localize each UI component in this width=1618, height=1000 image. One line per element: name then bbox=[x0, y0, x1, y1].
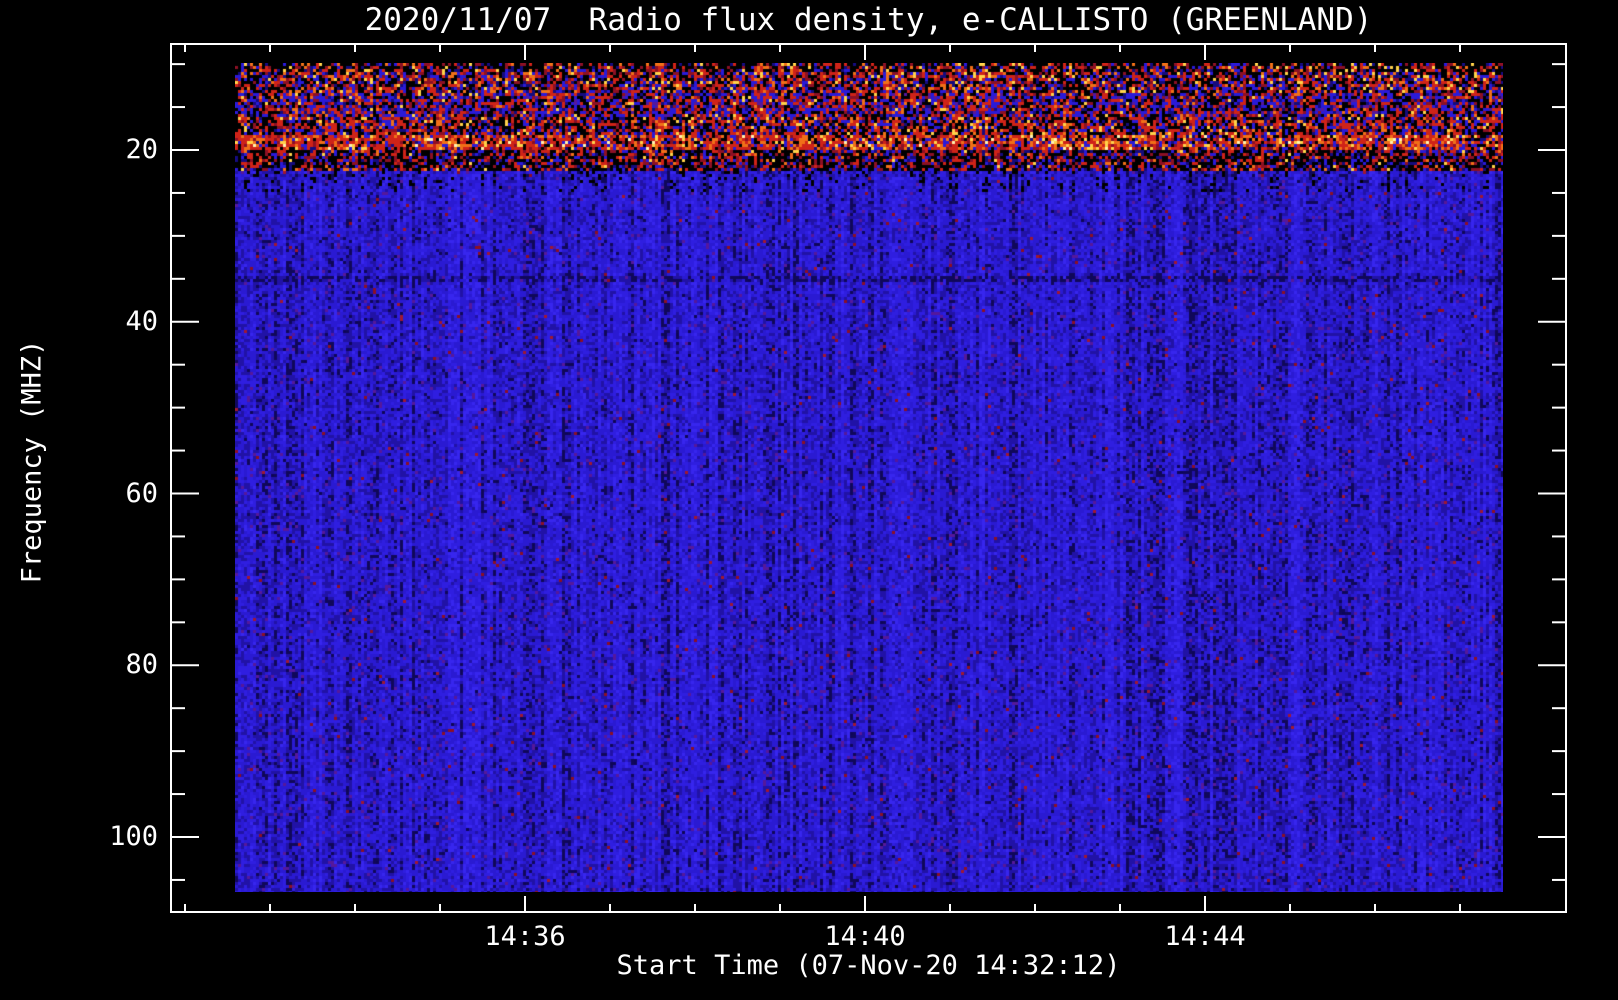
spectrogram-figure: 2020/11/07 Radio flux density, e-CALLIST… bbox=[0, 0, 1618, 1000]
y-tick-label: 40 bbox=[125, 305, 158, 337]
y-tick-label: 60 bbox=[125, 477, 158, 509]
y-tick-label: 20 bbox=[125, 134, 158, 165]
y-tick-label: 80 bbox=[125, 649, 158, 681]
x-tick-label: 14:44 bbox=[1164, 921, 1246, 952]
x-tick-label: 14:40 bbox=[824, 921, 906, 952]
plot-frame bbox=[170, 43, 1567, 913]
y-tick-label: 100 bbox=[109, 821, 158, 852]
x-tick-label: 14:36 bbox=[484, 921, 566, 952]
x-axis-label: Start Time (07-Nov-20 14:32:12) bbox=[616, 950, 1121, 981]
axes-frame-and-ticks bbox=[170, 43, 1567, 913]
